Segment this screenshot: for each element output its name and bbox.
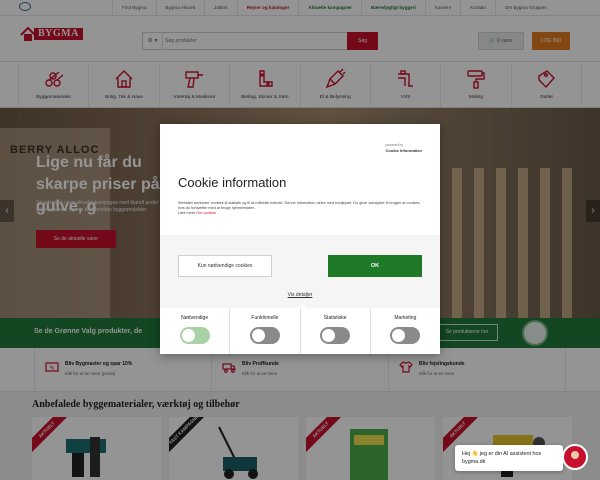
chat-message: Hej 👋 jeg er din AI assistent hos bygma.…: [462, 451, 542, 465]
toggle-knob: [392, 329, 406, 342]
category-label: Marketing: [394, 315, 417, 321]
category-necessary: Nødvendige: [160, 308, 231, 354]
cookie-title: Cookie information: [178, 175, 287, 190]
statistics-toggle[interactable]: [320, 327, 351, 344]
category-label: Funktionelle: [251, 315, 279, 321]
toggle-knob: [322, 329, 336, 342]
powered-by-label: powered by: [385, 143, 404, 147]
cookie-categories: Nødvendige Funktionelle Statistiske Mark…: [160, 308, 440, 354]
category-label: Nødvendige: [181, 315, 209, 321]
category-statistics: Statistiske: [301, 308, 371, 354]
chat-launcher-button[interactable]: [562, 444, 588, 470]
cookie-description: Websitet anvender cookies til statistik …: [178, 201, 424, 216]
category-functional: Funktionelle: [230, 308, 301, 354]
show-details-link[interactable]: Vis detaljer: [160, 292, 440, 298]
cookie-dialog: powered by Cookie Information Cookie inf…: [160, 124, 440, 354]
read-more-label: Læs mere: [178, 211, 196, 215]
toggle-knob: [251, 329, 265, 342]
powered-by-name: Cookie Information: [385, 148, 422, 153]
cookie-actions: Kun nødvendige cookies OK Vis detaljer: [160, 235, 440, 308]
cookie-description-text: Websitet anvender cookies til statistik …: [178, 201, 421, 210]
category-label: Statistiske: [323, 315, 347, 321]
marketing-toggle[interactable]: [390, 327, 421, 344]
category-marketing: Marketing: [371, 308, 440, 354]
necessary-only-button[interactable]: Kun nødvendige cookies: [178, 255, 272, 277]
cookie-provider: powered by Cookie Information: [386, 143, 422, 153]
chat-bubble[interactable]: Hej 👋 jeg er din AI assistent hos bygma.…: [455, 445, 563, 471]
functional-toggle[interactable]: [249, 327, 280, 344]
accept-ok-button[interactable]: OK: [328, 255, 422, 277]
toggle-knob: [181, 329, 195, 342]
read-more-link[interactable]: Om cookies: [196, 211, 216, 215]
necessary-toggle[interactable]: [179, 327, 210, 344]
assistant-avatar-icon: [571, 451, 579, 459]
